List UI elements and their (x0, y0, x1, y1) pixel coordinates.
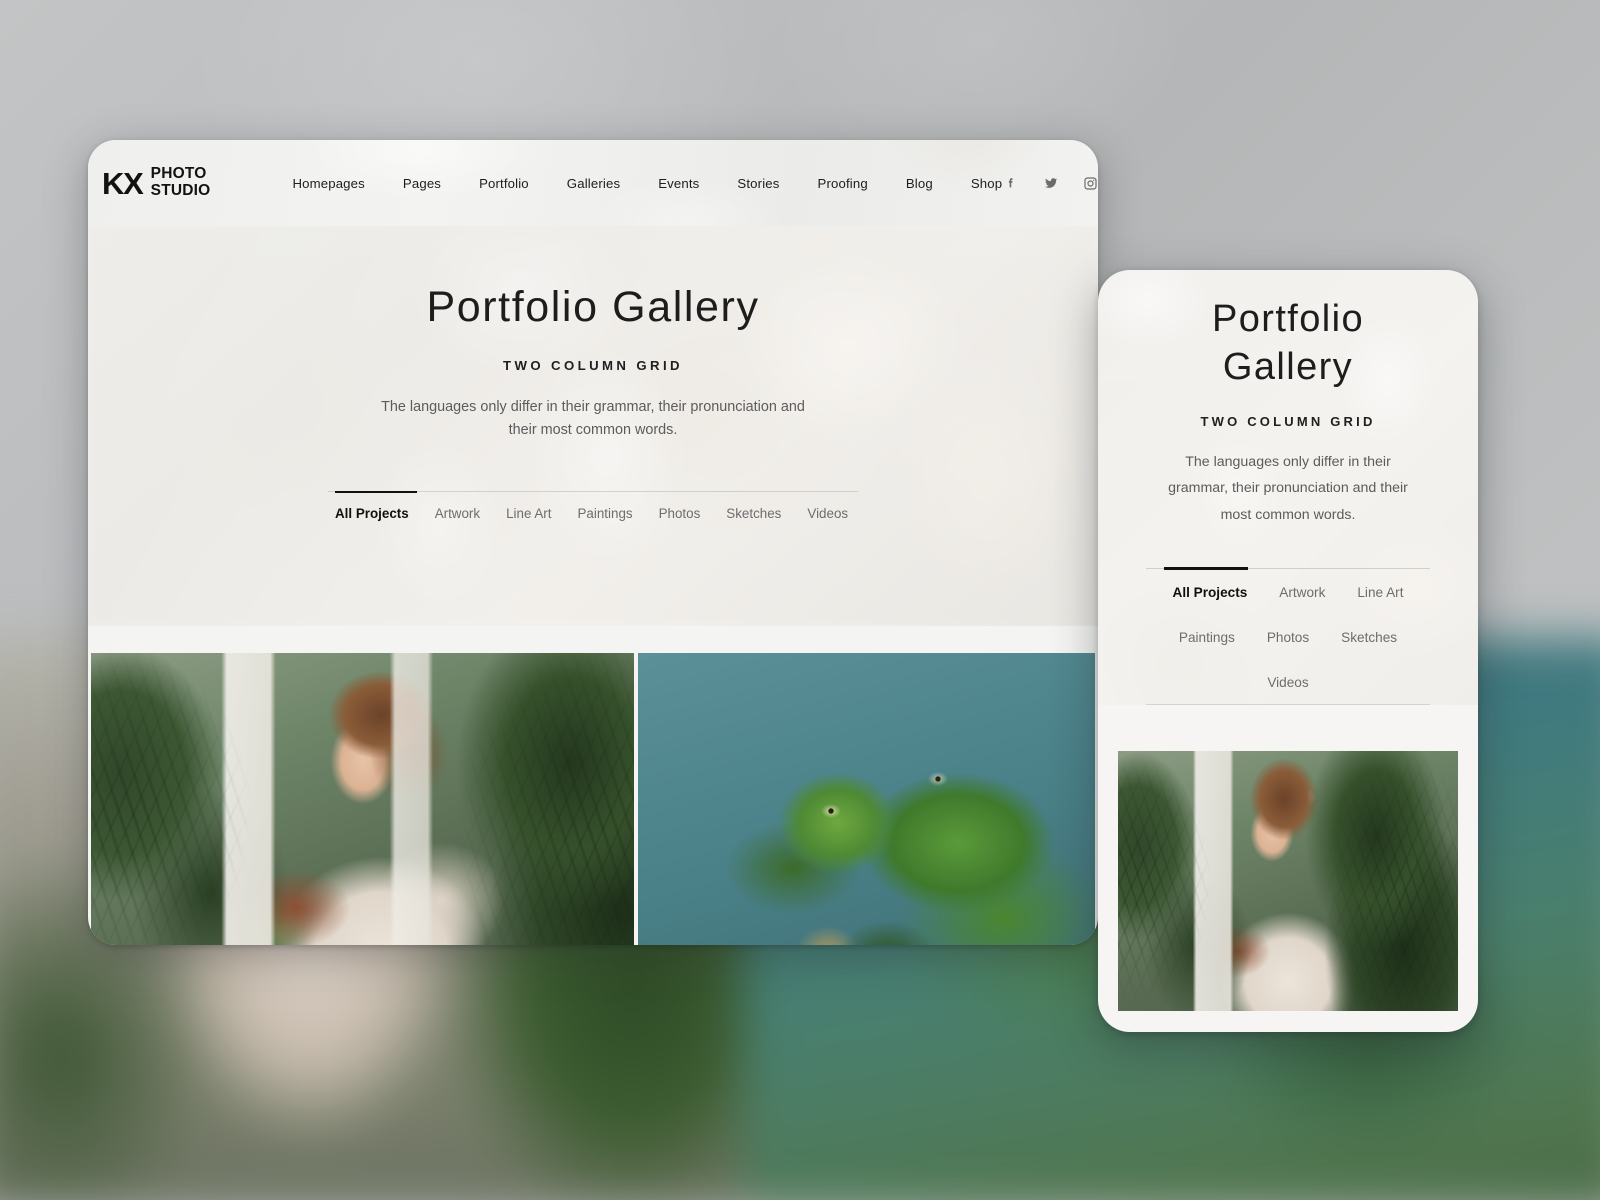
filter-paintings[interactable]: Paintings (578, 506, 633, 521)
mobile-filter-sketches[interactable]: Sketches (1341, 630, 1397, 645)
brand-logo-mark: KX (102, 165, 144, 201)
filter-photos[interactable]: Photos (659, 506, 701, 521)
mobile-page-title-line-1: Portfolio (1211, 298, 1364, 340)
portfolio-filter-bar: All Projects Artwork Line Art Paintings … (328, 490, 858, 521)
mobile-gallery-item-bride-in-greenhouse[interactable]: Bride with floral hairpiece in a greenho… (1118, 750, 1458, 1011)
mobile-page-description: The languages only differ in their gramm… (1168, 453, 1408, 523)
hero-section: Portfolio Gallery TWO COLUMN GRID The la… (88, 226, 1098, 626)
mobile-filter-row-2: Paintings Photos Sketches (1146, 630, 1430, 645)
mobile-filter-all-projects[interactable]: All Projects (1173, 585, 1248, 600)
page-description: The languages only differ in their gramm… (381, 398, 805, 439)
mobile-page-subtitle: TWO COLUMN GRID (1200, 413, 1376, 429)
nav-item-portfolio[interactable]: Portfolio (479, 176, 529, 191)
brand-logo-line-1: PHOTO (150, 165, 207, 183)
mobile-gallery-image-bride (1118, 750, 1458, 1011)
nav-item-blog[interactable]: Blog (906, 176, 933, 191)
brand-logo[interactable]: KX PHOTO STUDIO (102, 166, 210, 199)
site-header: KX PHOTO STUDIO Homepages Pages Portfoli… (88, 140, 1098, 226)
screenshot-stage: KX PHOTO STUDIO Homepages Pages Portfoli… (0, 0, 1600, 1200)
mobile-filter-line-art[interactable]: Line Art (1357, 585, 1403, 600)
page-title: Portfolio Gallery (426, 283, 760, 331)
mobile-portfolio-filter-bar: All Projects Artwork Line Art Paintings … (1146, 567, 1430, 705)
mobile-filter-paintings[interactable]: Paintings (1179, 630, 1235, 645)
mobile-hero-section: Portfolio Gallery TWO COLUMN GRID The la… (1098, 270, 1478, 705)
twitter-icon[interactable] (1042, 175, 1059, 192)
mobile-filter-row-1: All Projects Artwork Line Art (1146, 585, 1430, 600)
nav-item-shop[interactable]: Shop (971, 176, 1002, 191)
brand-logo-words: PHOTO STUDIO (151, 166, 211, 199)
mobile-filter-videos[interactable]: Videos (1267, 675, 1308, 690)
mobile-filter-row-3: Videos (1146, 675, 1430, 690)
gallery-item-two-green-iguanas[interactable]: Two green iguanas on teal background (638, 653, 1095, 945)
mobile-device-mockup: Portfolio Gallery TWO COLUMN GRID The la… (1098, 270, 1478, 1032)
mobile-portfolio-gallery-grid: Bride with floral hairpiece in a greenho… (1118, 750, 1458, 1011)
gallery-image-bride (91, 653, 634, 945)
mobile-page-title: Portfolio Gallery (1126, 296, 1450, 392)
portfolio-filter-list: All Projects Artwork Line Art Paintings … (328, 506, 858, 521)
nav-item-events[interactable]: Events (658, 176, 699, 191)
header-actions (1002, 175, 1098, 192)
instagram-icon[interactable] (1082, 175, 1098, 192)
mobile-page-title-line-2: Gallery (1222, 345, 1354, 388)
desktop-device-mockup: KX PHOTO STUDIO Homepages Pages Portfoli… (88, 140, 1098, 945)
nav-item-stories[interactable]: Stories (737, 176, 779, 191)
main-navigation: Homepages Pages Portfolio Galleries Even… (292, 176, 1002, 191)
nav-item-proofing[interactable]: Proofing (818, 176, 868, 191)
nav-item-homepages[interactable]: Homepages (292, 176, 364, 191)
brand-logo-line-2: STUDIO (150, 182, 211, 199)
filter-sketches[interactable]: Sketches (726, 506, 781, 521)
mobile-filter-artwork[interactable]: Artwork (1279, 585, 1325, 600)
filter-all-projects[interactable]: All Projects (335, 506, 409, 521)
gallery-item-bride-in-greenhouse[interactable]: Bride with floral hairpiece in a greenho… (91, 653, 634, 945)
nav-item-pages[interactable]: Pages (403, 176, 441, 191)
hero-content: Portfolio Gallery TWO COLUMN GRID The la… (88, 226, 1098, 442)
filter-videos[interactable]: Videos (807, 506, 848, 521)
portfolio-gallery-grid: Bride with floral hairpiece in a greenho… (88, 653, 1098, 945)
page-subtitle: TWO COLUMN GRID (503, 357, 683, 373)
filter-artwork[interactable]: Artwork (435, 506, 480, 521)
nav-item-galleries[interactable]: Galleries (567, 176, 620, 191)
facebook-icon[interactable] (1002, 175, 1019, 192)
filter-line-art[interactable]: Line Art (506, 506, 551, 521)
gallery-image-iguanas (638, 653, 1095, 945)
mobile-filter-photos[interactable]: Photos (1267, 630, 1309, 645)
mobile-hero-content: Portfolio Gallery TWO COLUMN GRID The la… (1126, 296, 1450, 528)
